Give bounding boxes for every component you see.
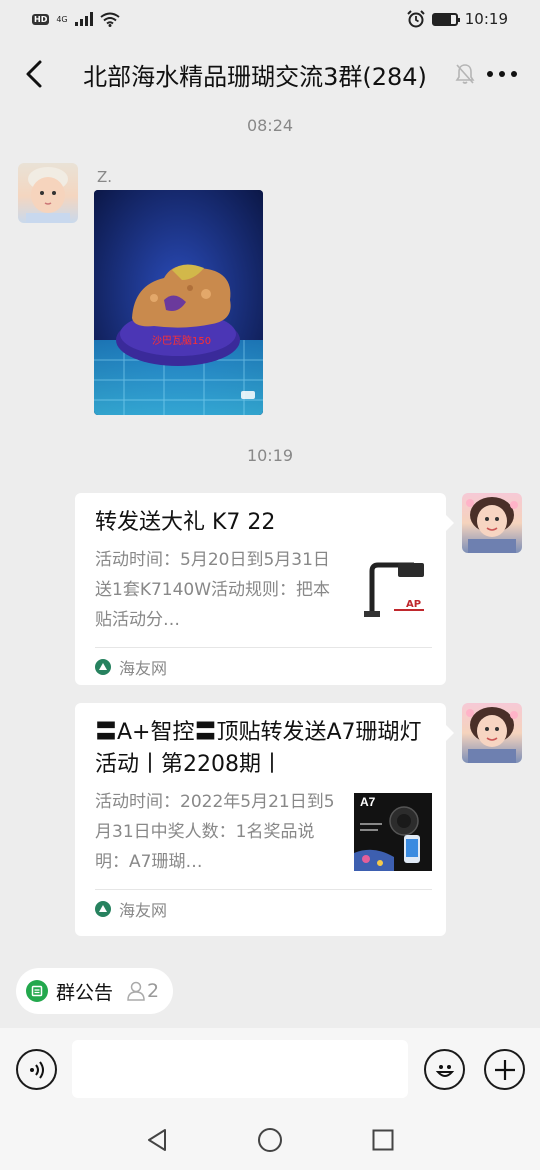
message-input[interactable]: [72, 1040, 408, 1098]
plus-icon: [494, 1059, 515, 1080]
group-notice-button[interactable]: 群公告 2: [16, 968, 174, 1014]
girl-avatar-icon: [466, 497, 518, 553]
notice-bar: 群公告 2: [0, 954, 540, 1028]
link-card[interactable]: 〓A+智控〓顶贴转发送A7珊瑚灯活动丨第2208期丨 活动时间：2022年5月2…: [75, 703, 454, 936]
status-left: HD 4G: [32, 12, 120, 27]
nav-back-button[interactable]: [137, 1120, 177, 1160]
more-button[interactable]: [478, 54, 526, 94]
wifi-icon: [100, 12, 120, 27]
timestamp: 08:24: [246, 116, 294, 135]
chevron-left-icon: [26, 60, 42, 88]
nav-recent-button[interactable]: [363, 1120, 403, 1160]
link-thumbnail: A7: [354, 793, 432, 871]
signal-icon: [74, 12, 93, 26]
voice-icon: [29, 1060, 44, 1079]
nav-home-icon: [257, 1128, 282, 1152]
sender-name: Z.: [97, 168, 113, 186]
source-name: 海友网: [119, 658, 168, 678]
svg-text:AP: AP: [406, 599, 421, 610]
notice-count-value: 2: [147, 980, 160, 1002]
more-dots-icon: [487, 71, 517, 77]
nav-back-icon: [147, 1129, 166, 1151]
title-bar: 北部海水精品珊瑚交流3群(284): [0, 38, 540, 110]
notice-reader-count: 2: [127, 980, 159, 1002]
alarm-icon: [407, 10, 425, 28]
link-description: 活动时间：5月20日到5月31日送1套K7140W活动规则：把本贴活动分…: [95, 550, 331, 630]
girl-avatar-icon: [466, 707, 518, 763]
add-button[interactable]: [484, 1049, 525, 1090]
network-type: 4G: [56, 14, 68, 24]
link-body: 活动时间：2022年5月21日到5月31日中奖人数：1名奖品说明：A7珊瑚… A…: [95, 787, 432, 877]
bell-off-icon: [452, 63, 478, 85]
photo-caption: 沙巴瓦脑150: [152, 336, 212, 347]
haiyou-logo-icon: [95, 900, 111, 917]
nav-home-button[interactable]: [250, 1120, 290, 1160]
lamp-thumbnail-icon: AP: [354, 551, 432, 629]
status-bar: HD 4G 10:19: [0, 0, 540, 38]
voice-button[interactable]: [16, 1049, 57, 1090]
battery-icon: [431, 12, 460, 26]
link-description: 活动时间：2022年5月21日到5月31日中奖人数：1名奖品说明：A7珊瑚…: [95, 792, 335, 872]
link-body: 活动时间：5月20日到5月31日送1套K7140W活动规则：把本贴活动分… AP: [95, 545, 432, 635]
notice-label: 群公告: [56, 981, 114, 1004]
avatar-self[interactable]: [462, 493, 522, 553]
battery-fill: [433, 14, 452, 24]
source-name: 海友网: [119, 900, 168, 920]
link-title: 〓A+智控〓顶贴转发送A7珊瑚灯活动丨第2208期丨: [95, 720, 422, 777]
baby-avatar-icon: [26, 167, 70, 223]
avatar-z[interactable]: [18, 163, 78, 223]
chat-title: 北部海水精品珊瑚交流3群(284): [83, 62, 427, 91]
timestamp: 10:19: [246, 446, 294, 465]
link-thumbnail: AP: [354, 551, 432, 629]
input-bar: [0, 1028, 540, 1110]
coral-photo: [94, 190, 263, 415]
status-right: 10:19: [407, 10, 508, 28]
link-card[interactable]: 转发送大礼 K7 22 活动时间：5月20日到5月31日送1套K7140W活动规…: [75, 493, 454, 685]
person-icon: [127, 981, 145, 1001]
notice-icon: [26, 980, 48, 1002]
link-source: 海友网: [95, 647, 432, 685]
back-button[interactable]: [14, 54, 54, 94]
link-source: 海友网: [95, 889, 432, 927]
emoji-button[interactable]: [424, 1049, 465, 1090]
emoji-icon: [435, 1064, 454, 1077]
status-time: 10:19: [464, 10, 508, 28]
haiyou-logo-icon: [95, 658, 111, 675]
nav-recent-icon: [372, 1129, 394, 1151]
photo-message[interactable]: 沙巴瓦脑150: [94, 190, 263, 415]
avatar-self[interactable]: [462, 703, 522, 763]
hd-badge: HD: [32, 13, 50, 25]
thumbnail-label: A7: [360, 795, 376, 809]
system-nav-bar: [0, 1110, 540, 1170]
link-title: 转发送大礼 K7 22: [95, 510, 276, 535]
